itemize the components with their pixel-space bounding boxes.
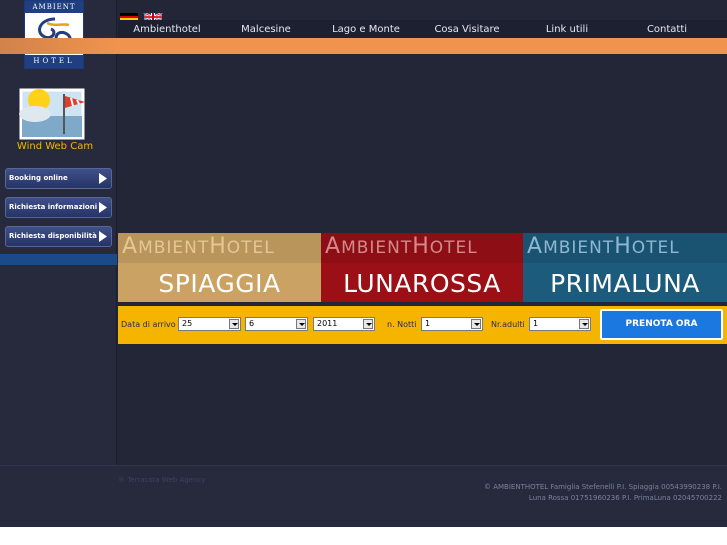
year-select[interactable]: 2011: [313, 317, 375, 331]
nights-select[interactable]: 1: [421, 317, 483, 331]
prenota-ora-button[interactable]: PRENOTA ORA: [600, 309, 723, 340]
nav-lago-e-monte[interactable]: Lago e Monte: [326, 20, 406, 39]
day-select[interactable]: 25: [178, 317, 241, 331]
adults-select[interactable]: 1: [529, 317, 591, 331]
webcam-label[interactable]: Wind Web Cam: [0, 141, 110, 152]
left-accent-bar: [0, 254, 117, 265]
left-column: AMBIENT HOTEL Wind Web Cam Booking onlin…: [0, 0, 117, 465]
nav-cosa-visitare[interactable]: Cosa Visitare: [426, 20, 508, 39]
orange-header-bar: [0, 38, 727, 54]
footer: ® Terracota Web Agency © AMBIENTHOTEL Fa…: [0, 465, 727, 527]
nights-label: n. Notti: [387, 320, 417, 329]
ambient-hotel-logo[interactable]: AMBIENT HOTEL: [24, 0, 84, 69]
arrow-right-icon: [99, 231, 107, 242]
chevron-down-icon: [471, 319, 481, 329]
arrow-right-icon: [99, 202, 107, 213]
chevron-down-icon: [296, 319, 306, 329]
language-flags: [120, 6, 164, 22]
nav-link-utili[interactable]: Link utili: [530, 20, 604, 39]
logo-bottom-text: HOTEL: [25, 55, 83, 68]
hotel-name: SPIAGGIA: [158, 269, 281, 298]
copyright-text: © AMBIENTHOTEL Famiglia Stefenelli P.I. …: [483, 483, 722, 502]
booking-online-button[interactable]: Booking online: [5, 168, 112, 189]
booking-form: Data di arrivo 25 6 2011 n. Notti 1 Nr.a…: [118, 306, 727, 344]
hotel-name: LUNAROSSA: [343, 269, 501, 298]
hotel-name: PRIMALUNA: [550, 269, 700, 298]
hotel-brand: AMBIENTHOTEL: [321, 233, 523, 263]
richiesta-informazioni-label: Richiesta informazioni: [9, 203, 98, 211]
wind-webcam-image[interactable]: [19, 86, 86, 140]
richiesta-informazioni-button[interactable]: Richiesta informazioni: [5, 197, 112, 218]
adults-label: Nr.adulti: [491, 320, 525, 329]
month-select[interactable]: 6: [245, 317, 308, 331]
page-bottom: [0, 527, 727, 545]
nav-contatti[interactable]: Contatti: [630, 20, 704, 39]
arrival-label: Data di arrivo: [121, 320, 176, 329]
hotel-banner-lunarossa[interactable]: AMBIENTHOTEL LUNAROSSA: [321, 233, 523, 302]
nav-ambienthotel[interactable]: Ambienthotel: [127, 20, 207, 39]
chevron-down-icon: [579, 319, 589, 329]
richiesta-disponibilita-label: Richiesta disponibilità: [9, 232, 97, 240]
hotel-brand: AMBIENTHOTEL: [118, 233, 321, 263]
agency-credit-link[interactable]: ® Terracota Web Agency: [118, 476, 205, 484]
arrow-right-icon: [99, 173, 107, 184]
chevron-down-icon: [363, 319, 373, 329]
hotel-brand: AMBIENTHOTEL: [523, 233, 727, 263]
nav-malcesine[interactable]: Malcesine: [228, 20, 304, 39]
chevron-down-icon: [229, 319, 239, 329]
hotel-banner-primaluna[interactable]: AMBIENTHOTEL PRIMALUNA: [523, 233, 727, 302]
booking-online-label: Booking online: [9, 174, 68, 182]
hotel-banner-spiaggia[interactable]: AMBIENTHOTEL SPIAGGIA: [118, 233, 321, 302]
richiesta-disponibilita-button[interactable]: Richiesta disponibilità: [5, 226, 112, 247]
logo-top-text: AMBIENT: [25, 1, 83, 13]
